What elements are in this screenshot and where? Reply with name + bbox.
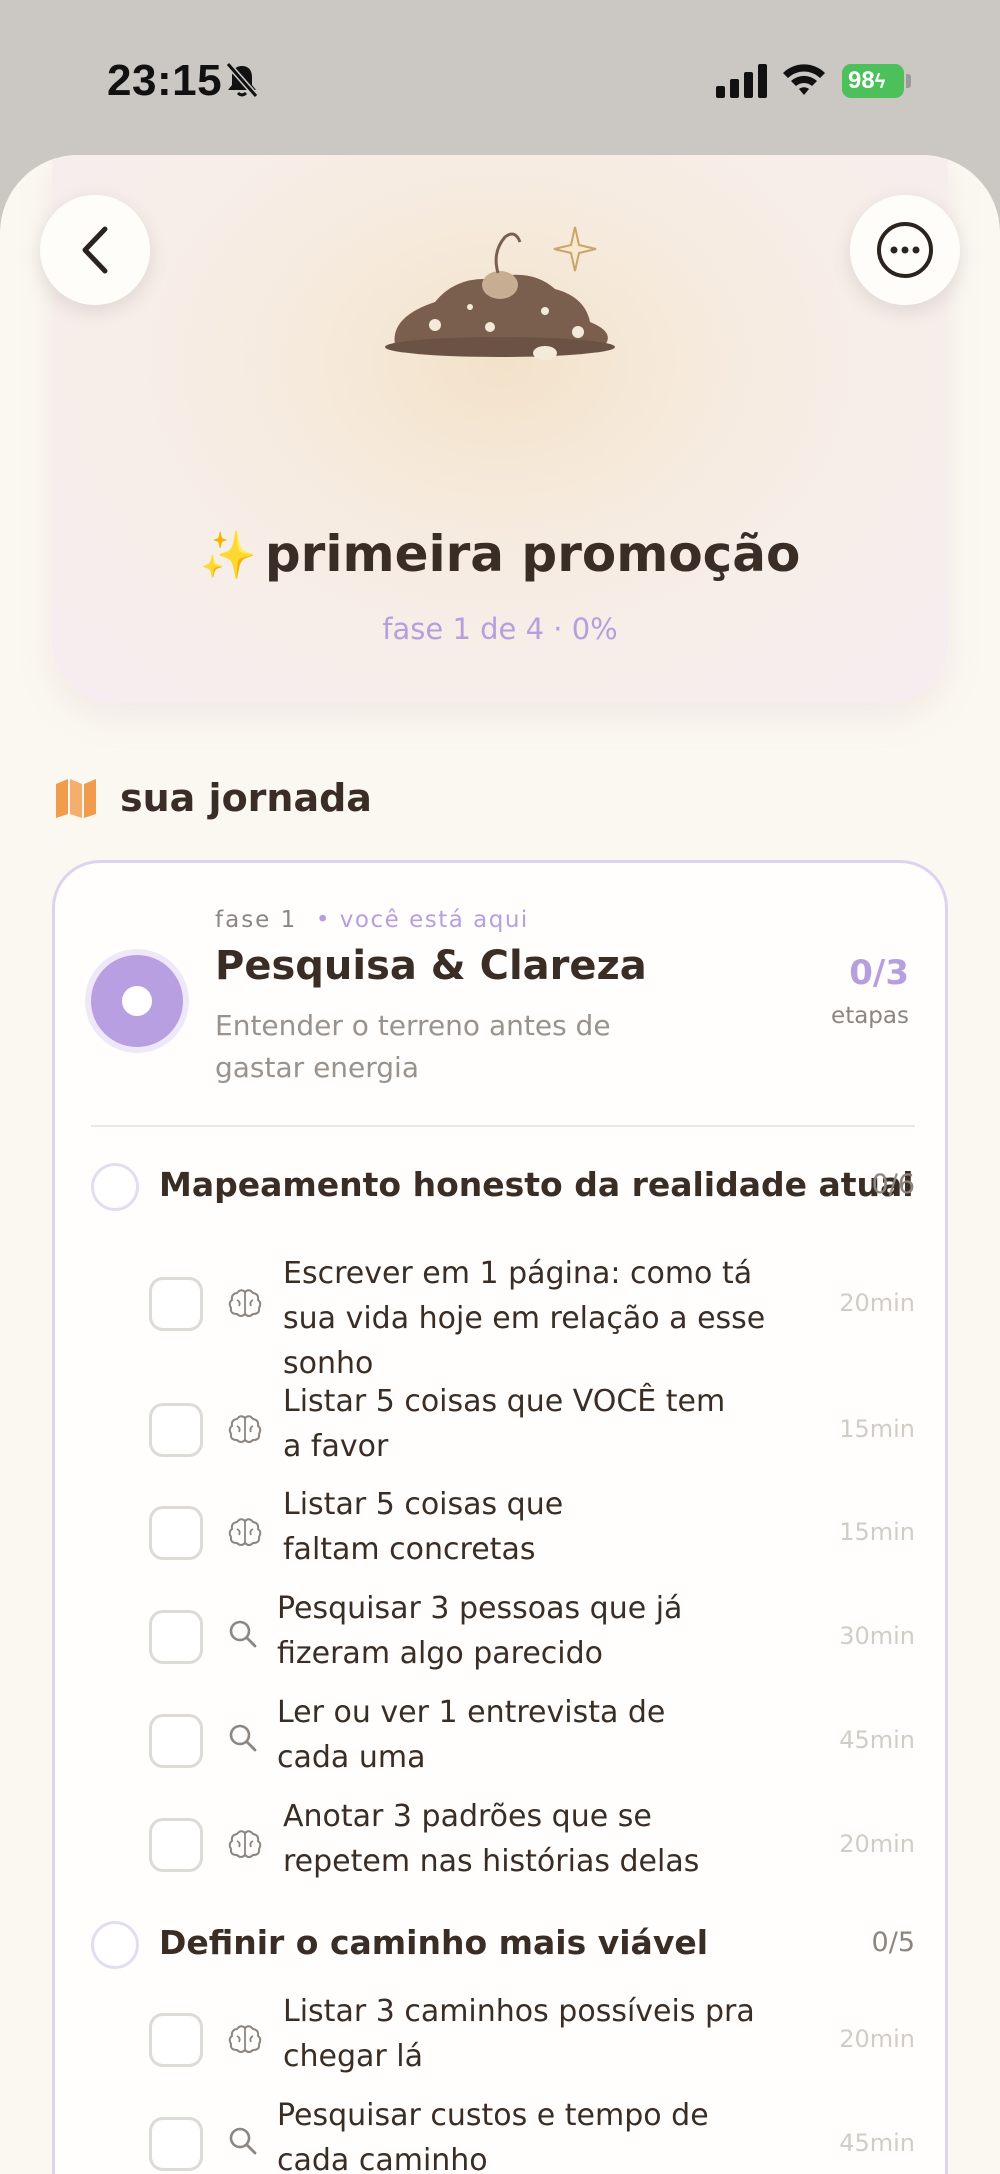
task-checkbox[interactable]: [149, 1277, 203, 1331]
more-options-button[interactable]: [850, 195, 960, 305]
task-text: Anotar 3 padrões que se repetem nas hist…: [283, 1799, 700, 1879]
task-item: Pesquisar custos e tempo de cada caminho…: [149, 2098, 915, 2174]
task-item: Pesquisar 3 pessoas que já fizeram algo …: [149, 1591, 915, 1700]
task-checkbox[interactable]: [149, 1403, 203, 1457]
current-phase-indicator: [91, 955, 183, 1047]
step-group[interactable]: Definir o caminho mais viável 0/5: [91, 1921, 915, 1971]
brain-icon: [228, 1415, 262, 1443]
step-group-checkbox[interactable]: [91, 1163, 139, 1211]
chevron-left-icon: [82, 226, 108, 274]
phase-description: Entender o terreno antes de gastar energ…: [215, 1009, 611, 1084]
search-icon: [229, 1620, 257, 1648]
goal-title: primeira promoção: [264, 525, 801, 583]
phase-label: fase 1: [215, 907, 298, 933]
task-duration: 30min: [839, 1622, 915, 1650]
brain-icon: [228, 1289, 262, 1317]
task-item: Listar 5 coisas que VOCÊ tem a favor 15m…: [149, 1384, 915, 1493]
task-checkbox[interactable]: [149, 2013, 203, 2067]
step-group[interactable]: Mapeamento honesto da realidade atual 0/…: [91, 1163, 915, 1213]
battery-icon: 98ϟ: [842, 64, 904, 98]
task-item: Listar 3 caminhos possíveis pra chegar l…: [149, 1994, 915, 2103]
brain-icon: [228, 1518, 262, 1546]
task-text: Escrever em 1 página: como tá sua vida h…: [283, 1256, 766, 1381]
step-group-title: Mapeamento honesto da realidade atual: [159, 1165, 914, 1204]
task-checkbox[interactable]: [149, 1506, 203, 1560]
step-group-count: 0/5: [871, 1927, 915, 1958]
step-group-title: Definir o caminho mais viável: [159, 1923, 709, 1962]
phase-step-count-label: etapas: [831, 1003, 909, 1029]
journey-section-header: sua jornada: [54, 773, 372, 823]
journey-title: sua jornada: [120, 776, 372, 820]
task-text: Pesquisar 3 pessoas que já fizeram algo …: [277, 1591, 683, 1671]
battery-level: 98: [848, 67, 875, 94]
sparkles-icon: ✨: [199, 528, 257, 582]
task-text: Pesquisar custos e tempo de cada caminho: [277, 2098, 709, 2174]
back-button[interactable]: [40, 195, 150, 305]
bell-slash-icon: [225, 62, 259, 98]
phase-step-count: 0/3: [849, 953, 909, 993]
task-duration: 15min: [839, 1518, 915, 1546]
task-duration: 45min: [839, 1726, 915, 1754]
search-icon: [229, 1724, 257, 1752]
task-duration: 45min: [839, 2129, 915, 2157]
goal-progress-subtitle: fase 1 de 4 · 0%: [382, 612, 618, 646]
task-checkbox[interactable]: [149, 1610, 203, 1664]
status-bar: 23:15 98ϟ: [0, 0, 1000, 160]
current-phase-note: • você está aqui: [315, 907, 529, 933]
map-icon: [56, 779, 96, 818]
task-item: Escrever em 1 página: como tá sua vida h…: [149, 1256, 915, 1393]
phase-title: Pesquisa & Clareza: [215, 943, 647, 989]
task-item: Ler ou ver 1 entrevista de cada uma 45mi…: [149, 1695, 915, 1804]
task-text: Listar 5 coisas que faltam concretas: [283, 1487, 564, 1567]
task-checkbox[interactable]: [149, 1818, 203, 1872]
wifi-icon: [783, 64, 825, 95]
signal-icon: [716, 64, 767, 98]
task-text: Listar 5 coisas que VOCÊ tem a favor: [283, 1384, 726, 1464]
phase-card: fase 1 • você está aqui Pesquisa & Clare…: [52, 860, 948, 2174]
task-duration: 20min: [839, 1830, 915, 1858]
seed-mound-illustration: [385, 226, 615, 360]
divider: [91, 1125, 915, 1127]
goal-detail-sheet: ✨ primeira promoção fase 1 de 4 · 0% sua …: [0, 155, 1000, 2174]
goal-title-row: ✨ primeira promoção: [0, 525, 1000, 583]
task-text: Ler ou ver 1 entrevista de cada uma: [277, 1695, 666, 1775]
task-duration: 20min: [839, 2025, 915, 2053]
search-icon: [229, 2127, 257, 2155]
brain-icon: [228, 2025, 262, 2053]
task-duration: 20min: [839, 1289, 915, 1317]
task-text: Listar 3 caminhos possíveis pra chegar l…: [283, 1994, 755, 2074]
ellipsis-icon: [877, 222, 933, 278]
step-group-checkbox[interactable]: [91, 1921, 139, 1969]
battery-nub: [906, 74, 911, 88]
brain-icon: [228, 1830, 262, 1858]
task-checkbox[interactable]: [149, 2117, 203, 2171]
phase-meta: fase 1 • você está aqui: [215, 907, 529, 933]
task-checkbox[interactable]: [149, 1714, 203, 1768]
task-item: Listar 5 coisas que faltam concretas 15m…: [149, 1487, 915, 1596]
task-duration: 15min: [839, 1415, 915, 1443]
status-time: 23:15: [107, 56, 223, 105]
step-group-count: 0/6: [871, 1169, 915, 1200]
task-item: Anotar 3 padrões que se repetem nas hist…: [149, 1799, 915, 1908]
